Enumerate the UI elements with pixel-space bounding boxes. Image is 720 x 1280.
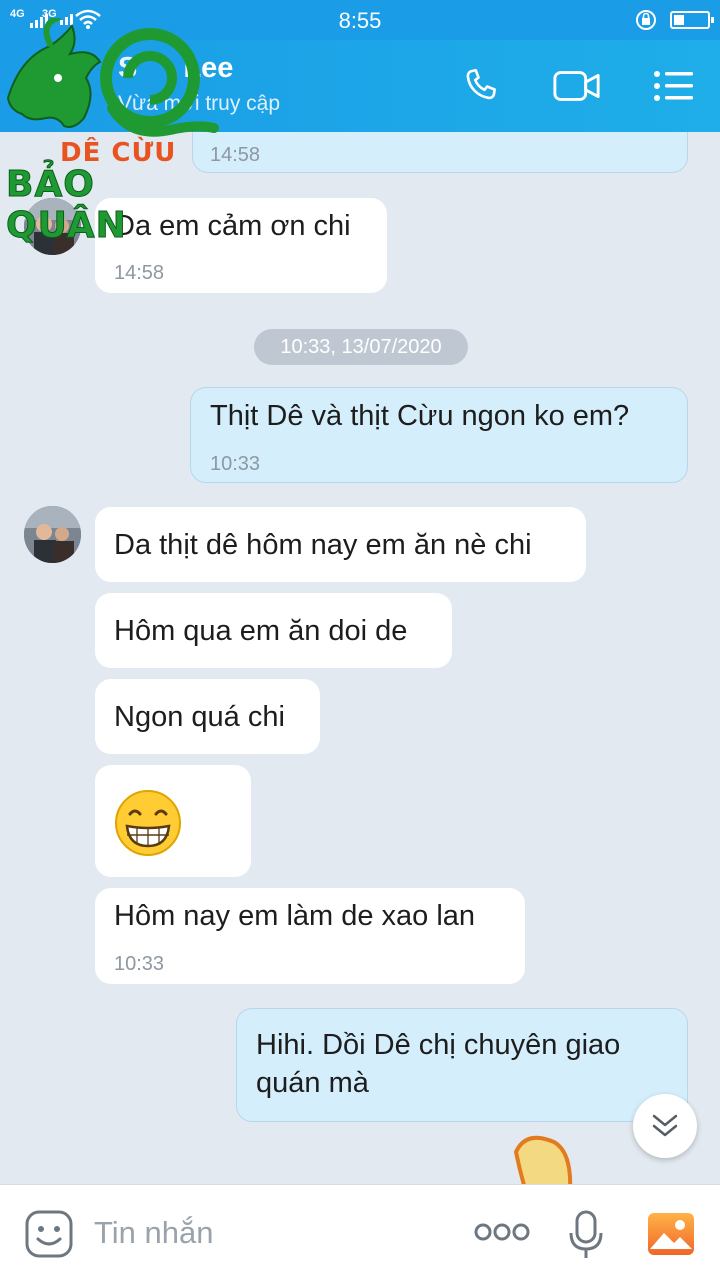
message-text: Ngon quá chi [114,701,285,733]
gallery-icon [648,1213,694,1255]
message-list[interactable]: 14:58 Da em cảm ơn chi 14:58 10:33, 13/0… [0,132,720,1184]
emoji-icon [25,1210,73,1258]
message-time: 10:33 [210,453,261,475]
grinning-face-emoji [115,790,181,856]
emoji-button[interactable] [24,1209,76,1259]
logo-line-2: BẢO QUÂN [6,164,127,247]
message-text: Da thịt dê hôm nay em ăn nè chi [114,529,532,561]
message-text: Hôm qua em ăn doi de [114,615,408,647]
message-bubble-incoming[interactable]: Da thịt dê hôm nay em ăn nè chi [95,507,586,582]
rotation-lock-icon [636,10,656,30]
message-bubble-outgoing[interactable]: Hihi. Dồi Dê chị chuyên giao quán mà [236,1008,688,1122]
sticker-partial[interactable] [506,1132,586,1184]
message-bubble-emoji[interactable] [95,765,251,877]
message-bubble-outgoing[interactable]: Thịt Dê và thịt Cừu ngon ko em? 10:33 [190,387,688,483]
goat-logo-icon [6,18,219,137]
voice-message-button[interactable] [568,1209,604,1261]
more-icon [474,1223,530,1241]
menu-icon [654,71,693,101]
message-bubble-incoming[interactable]: Ngon quá chi [95,679,320,754]
message-input[interactable]: Tin nhắn [94,1215,214,1251]
message-bubble-incoming[interactable]: Hôm nay em làm de xao lan 10:33 [95,888,525,984]
microphone-icon [569,1210,603,1258]
phone-icon [466,68,496,100]
chat-menu-button[interactable] [648,62,698,110]
message-text: Hihi. Dồi Dê chị chuyên giao [256,1029,621,1061]
message-bubble-incoming[interactable]: Hôm qua em ăn doi de [95,593,452,668]
message-time: 10:33 [114,953,165,975]
video-call-button[interactable] [552,62,602,110]
scroll-to-bottom-button[interactable] [633,1094,697,1158]
chevron-double-down-icon [652,1114,678,1137]
message-bubble-outgoing[interactable]: 14:58 [192,132,688,173]
gallery-button[interactable] [646,1211,696,1257]
phone-call-button[interactable] [456,62,506,110]
message-text: Thịt Dê và thịt Cừu ngon ko em? [210,400,630,432]
avatar-photo [24,506,81,563]
message-time: 14:58 [114,262,165,284]
video-call-icon [553,71,600,101]
message-text-line2: quán mà [256,1067,369,1099]
more-options-button[interactable] [474,1219,530,1245]
contact-avatar[interactable] [24,506,81,563]
message-input-bar: Tin nhắn [0,1184,720,1280]
message-text: Hôm nay em làm de xao lan [114,900,476,932]
date-separator: 10:33, 13/07/2020 [254,329,468,365]
brand-logo: DÊ CỪU BẢO QUÂN [0,18,220,247]
battery-icon [670,11,714,29]
